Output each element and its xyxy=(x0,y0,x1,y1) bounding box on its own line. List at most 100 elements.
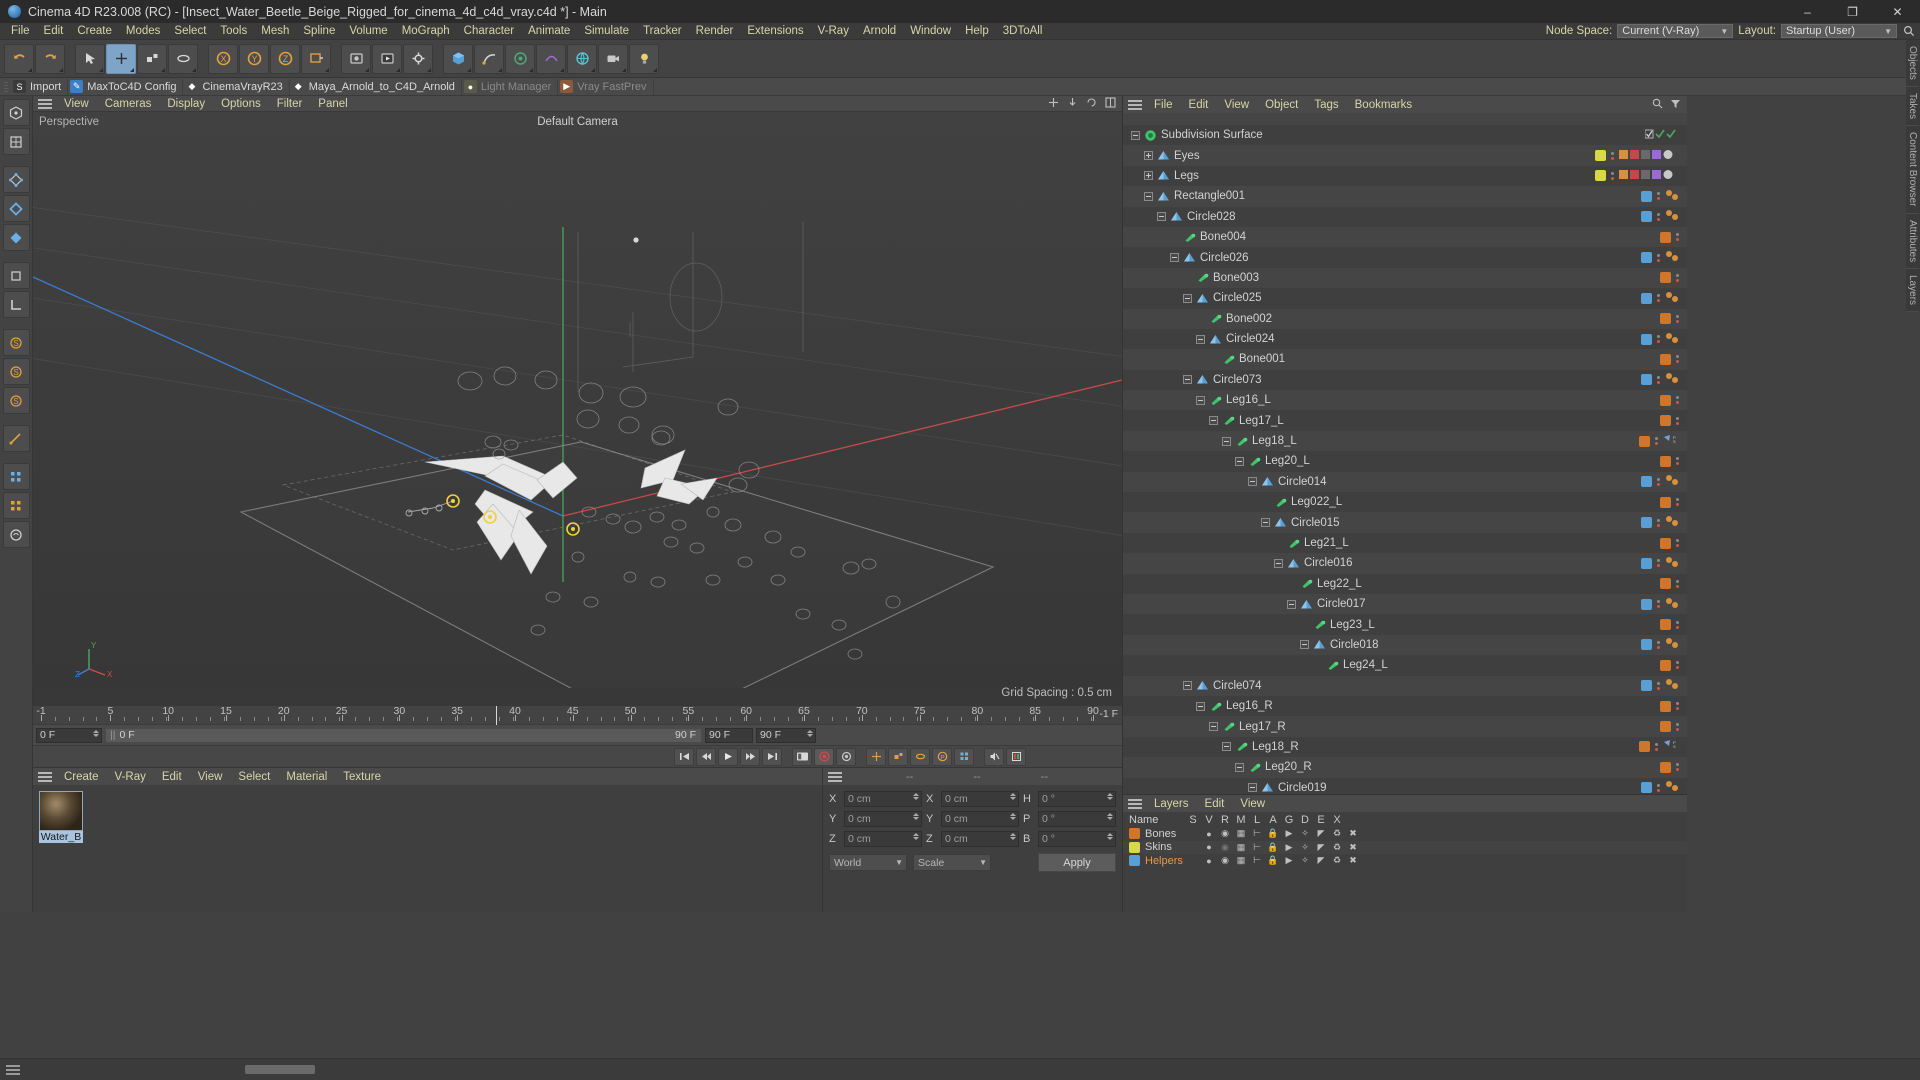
object-tree-row[interactable]: Circle026 xyxy=(1123,247,1687,268)
toolbar-grip[interactable] xyxy=(4,80,8,93)
visibility-dots[interactable] xyxy=(1657,518,1660,527)
layer-toggle-2[interactable]: ▦ xyxy=(1233,855,1249,866)
ik-tag-icon[interactable]: PS xyxy=(1663,434,1679,449)
rotate-tool-button[interactable] xyxy=(168,43,198,74)
keyframe-selection-button[interactable] xyxy=(836,747,856,766)
generator-button[interactable] xyxy=(505,43,535,74)
layers-menu-view[interactable]: View xyxy=(1232,798,1273,810)
visibility-dots[interactable] xyxy=(1676,579,1679,588)
visibility-dots[interactable] xyxy=(1657,600,1660,609)
object-search-icon[interactable] xyxy=(1652,97,1663,112)
visibility-dots[interactable] xyxy=(1676,273,1679,282)
material-item[interactable]: Water_B xyxy=(39,791,83,912)
pan-view-icon[interactable] xyxy=(1048,96,1059,111)
layer-toggle-6[interactable]: ✧ xyxy=(1297,855,1313,866)
object-tree-row[interactable]: Leg18_R P S xyxy=(1123,736,1687,758)
render-settings-button[interactable] xyxy=(403,43,433,74)
layer-color-tag[interactable] xyxy=(1660,578,1671,590)
constraint-tag-icon[interactable] xyxy=(1665,556,1679,571)
layer-color-tag[interactable] xyxy=(1641,252,1652,264)
tree-expand-toggle[interactable] xyxy=(1274,558,1283,568)
layer-toggle-6[interactable]: ✧ xyxy=(1297,842,1313,853)
object-tree-row[interactable]: Bone003 xyxy=(1123,267,1687,289)
position-z-field[interactable]: 0 cm xyxy=(844,831,922,847)
search-icon[interactable] xyxy=(1902,24,1916,38)
layer-row[interactable]: Skins ● ◉ ▦ ⊢ 🔒 ▶ ✧ ◤ ♻ ✖ xyxy=(1123,840,1687,854)
multiple-tags-icon[interactable] xyxy=(1619,148,1679,163)
tree-expand-toggle[interactable] xyxy=(1183,293,1192,303)
object-tree-row[interactable]: Circle015 xyxy=(1123,512,1687,533)
scale-key-button[interactable] xyxy=(888,747,908,766)
constraint-tag-icon[interactable] xyxy=(1665,209,1679,224)
layer-color-tag[interactable] xyxy=(1660,231,1671,243)
rotate-view-icon[interactable] xyxy=(1086,96,1097,111)
enabled-check-icon[interactable] xyxy=(1644,128,1679,143)
side-tab-content-browser[interactable]: Content Browser xyxy=(1906,126,1919,214)
object-tree-row[interactable]: Subdivision Surface xyxy=(1123,125,1687,146)
visibility-dots[interactable] xyxy=(1657,559,1660,568)
object-tree-row[interactable]: Leg21_L xyxy=(1123,532,1687,554)
object-tree-row[interactable]: Eyes xyxy=(1123,145,1687,166)
tree-expand-toggle[interactable] xyxy=(1235,762,1244,772)
layer-color-tag[interactable] xyxy=(1595,170,1606,182)
plugin-button-maya-arnold-to-c4d-arnold[interactable]: ◆ Maya_Arnold_to_C4D_Arnold xyxy=(290,78,462,95)
layer-color-tag[interactable] xyxy=(1641,557,1652,569)
field-stepper[interactable] xyxy=(1010,793,1016,800)
timeline-track[interactable]: || 0 F 90 F xyxy=(105,727,702,743)
object-tree-row[interactable]: Leg18_L P S xyxy=(1123,430,1687,452)
layer-toggle-9[interactable]: ✖ xyxy=(1345,842,1361,853)
minimize-button[interactable]: – xyxy=(1785,0,1830,23)
visibility-dots[interactable] xyxy=(1655,437,1658,446)
layer-toggle-1[interactable]: ◉ xyxy=(1217,842,1233,853)
layer-toggle-4[interactable]: 🔒 xyxy=(1265,828,1281,839)
horizontal-scrollbar[interactable] xyxy=(245,1065,315,1074)
constraint-tag-icon[interactable] xyxy=(1665,291,1679,306)
rotation-key-button[interactable] xyxy=(910,747,930,766)
layer-toggle-7[interactable]: ◤ xyxy=(1313,842,1329,853)
y-axis-lock-button[interactable]: Y xyxy=(239,43,269,74)
layer-color-tag[interactable] xyxy=(1660,700,1671,712)
polygons-mode-button[interactable] xyxy=(2,224,30,251)
tree-expand-toggle[interactable] xyxy=(1196,334,1205,344)
tree-expand-toggle[interactable] xyxy=(1183,681,1192,691)
light-button[interactable] xyxy=(629,43,659,74)
visibility-dots[interactable] xyxy=(1657,253,1660,262)
object-tree-row[interactable]: Circle017 xyxy=(1123,593,1687,615)
layer-color-tag[interactable] xyxy=(1660,761,1671,773)
layer-toggle-7[interactable]: ◤ xyxy=(1313,855,1329,866)
range-end-field[interactable]: 90 F xyxy=(756,727,816,743)
previous-keyframe-button[interactable] xyxy=(696,747,716,766)
object-tree-row[interactable]: Circle028 xyxy=(1123,206,1687,227)
zoom-view-icon[interactable] xyxy=(1067,96,1078,111)
material-menu-select[interactable]: Select xyxy=(230,771,278,783)
side-tab-objects[interactable]: Objects xyxy=(1906,40,1919,87)
object-tree-row[interactable]: Rectangle001 xyxy=(1123,186,1687,207)
layer-color-tag[interactable] xyxy=(1641,476,1652,488)
tree-expand-toggle[interactable] xyxy=(1235,456,1244,466)
constraint-tag-icon[interactable] xyxy=(1665,189,1679,204)
layer-toggle-5[interactable]: ▶ xyxy=(1281,842,1297,853)
viewport-menu-view[interactable]: View xyxy=(56,98,97,110)
visibility-dots[interactable] xyxy=(1657,375,1660,384)
tree-expand-toggle[interactable] xyxy=(1287,599,1296,609)
quantize-button[interactable]: S xyxy=(2,358,30,385)
tree-expand-toggle[interactable] xyxy=(1209,722,1218,732)
object-tree-row[interactable]: Circle073 xyxy=(1123,369,1687,391)
tree-expand-toggle[interactable] xyxy=(1183,375,1192,385)
layer-color-tag[interactable] xyxy=(1641,782,1652,794)
material-menu-create[interactable]: Create xyxy=(56,771,107,783)
object-menu-bookmarks[interactable]: Bookmarks xyxy=(1347,99,1421,111)
side-tab-attributes[interactable]: Attributes xyxy=(1906,214,1919,269)
visibility-dots[interactable] xyxy=(1657,783,1660,792)
tree-expand-toggle[interactable] xyxy=(1248,783,1257,793)
coordinate-space-select[interactable]: World ▼ xyxy=(829,854,907,871)
layer-toggle-4[interactable]: 🔒 xyxy=(1265,842,1281,853)
z-axis-lock-button[interactable]: Z xyxy=(270,43,300,74)
tree-expand-toggle[interactable] xyxy=(1248,477,1257,487)
visibility-dots[interactable] xyxy=(1676,620,1679,629)
visibility-dots[interactable] xyxy=(1657,192,1660,201)
material-menu-edit[interactable]: Edit xyxy=(154,771,190,783)
layer-color-tag[interactable] xyxy=(1660,455,1671,467)
side-tab-layers[interactable]: Layers xyxy=(1906,269,1919,312)
environment-button[interactable] xyxy=(567,43,597,74)
